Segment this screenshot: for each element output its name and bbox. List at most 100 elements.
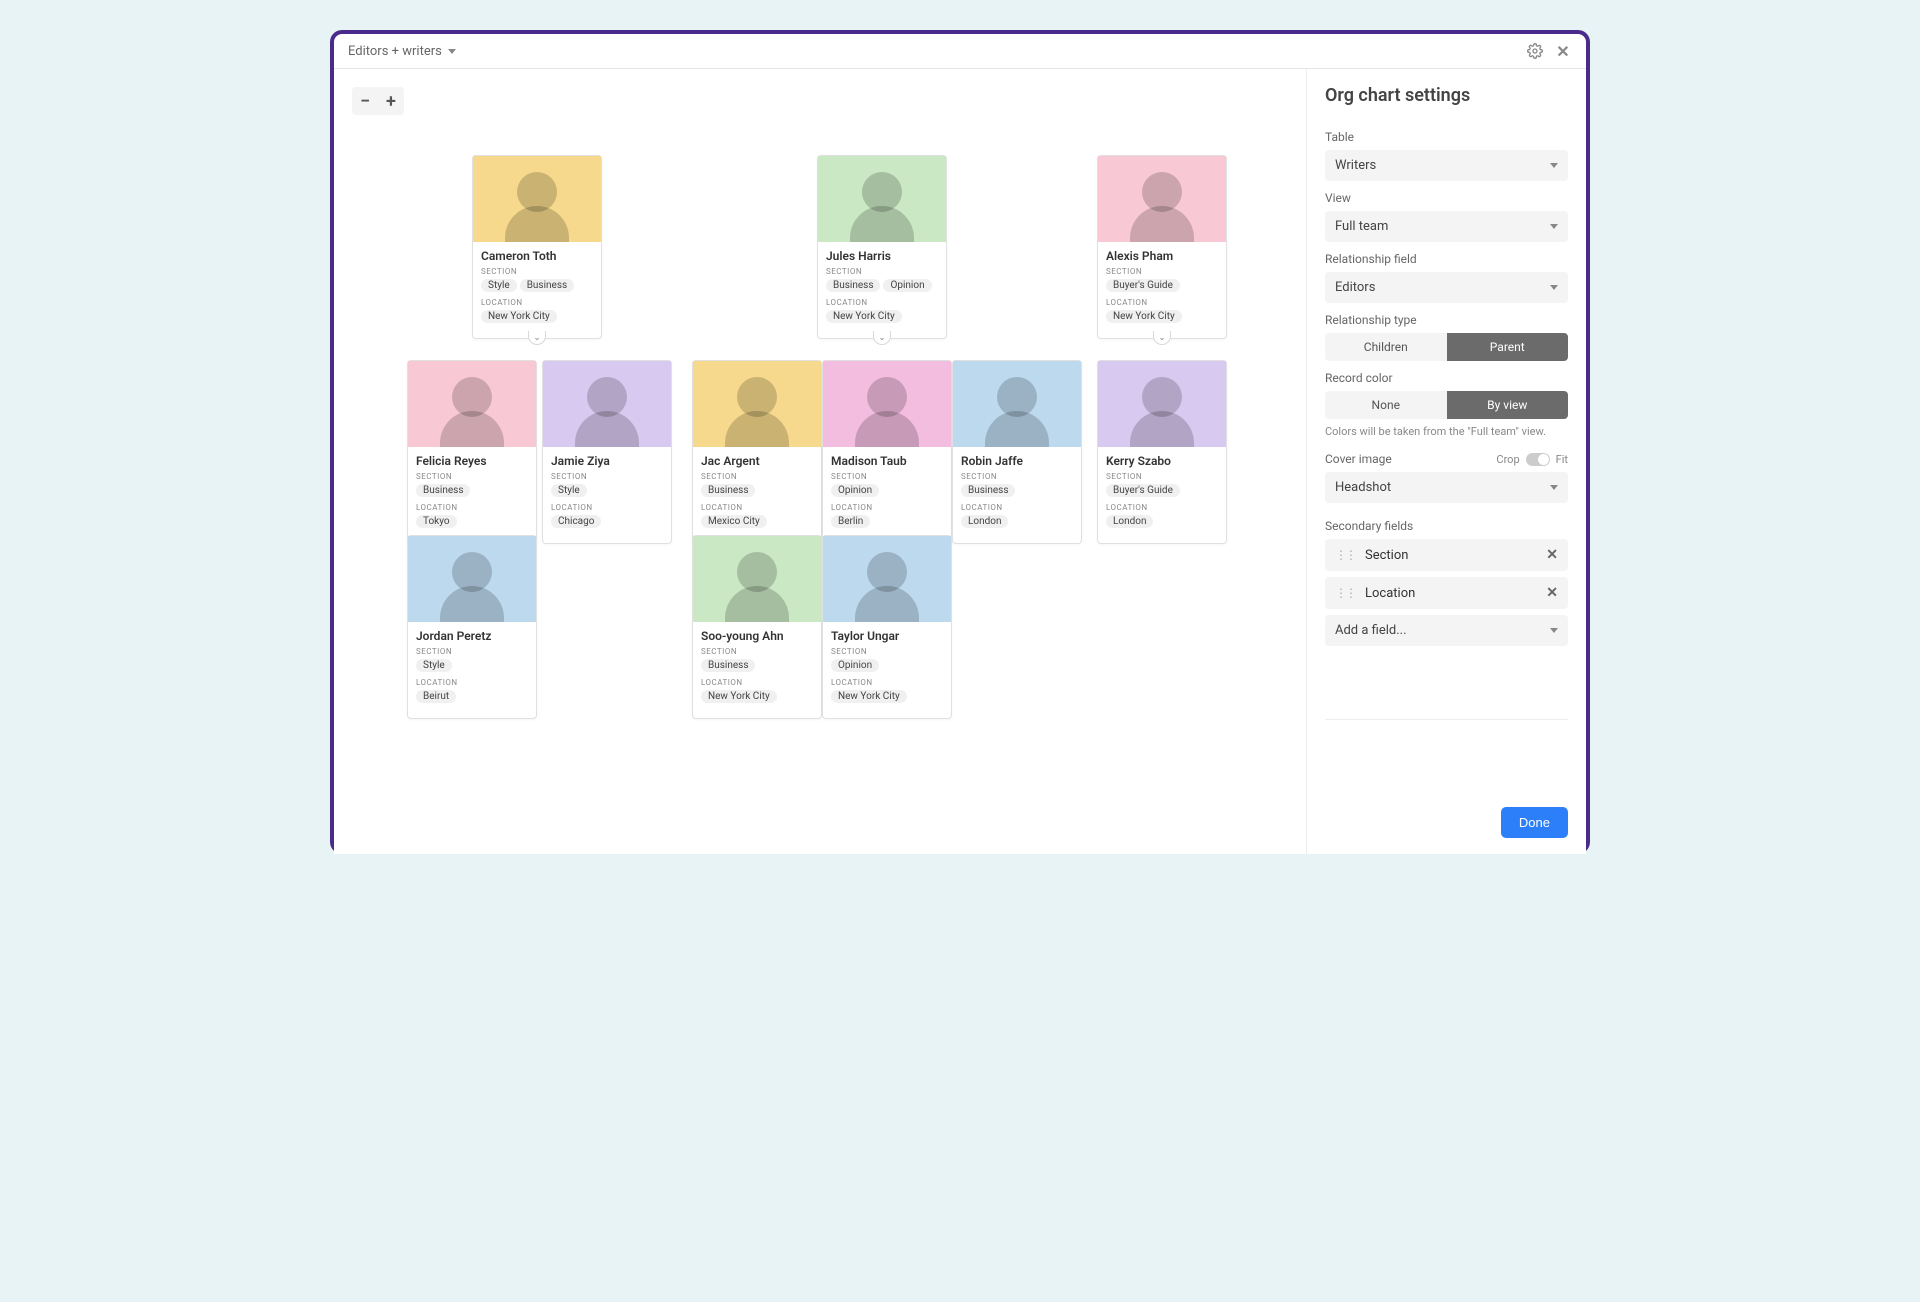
gear-icon[interactable] bbox=[1526, 42, 1544, 60]
record-color-hint: Colors will be taken from the "Full team… bbox=[1325, 425, 1568, 438]
cover-image-select[interactable]: Headshot bbox=[1325, 472, 1568, 503]
divider bbox=[1325, 719, 1568, 720]
avatar-icon bbox=[982, 367, 1052, 447]
avatar-container bbox=[823, 361, 951, 447]
add-field-select[interactable]: Add a field... bbox=[1325, 615, 1568, 646]
person-card[interactable]: Jac ArgentSECTIONBusinessLOCATIONMexico … bbox=[692, 360, 822, 544]
settings-sidebar: Org chart settings Table Writers View Fu… bbox=[1306, 69, 1586, 854]
sidebar-title: Org chart settings bbox=[1325, 85, 1568, 106]
location-label: LOCATION bbox=[826, 298, 938, 307]
person-card[interactable]: Kerry SzaboSECTIONBuyer's GuideLOCATIONL… bbox=[1097, 360, 1227, 544]
location-tag: New York City bbox=[1106, 310, 1182, 323]
person-card[interactable]: Robin JaffeSECTIONBusinessLOCATIONLondon bbox=[952, 360, 1082, 544]
record-color-label: Record color bbox=[1325, 371, 1568, 385]
person-card[interactable]: Cameron TothSECTIONStyleBusinessLOCATION… bbox=[472, 155, 602, 339]
remove-field-icon[interactable]: ✕ bbox=[1546, 585, 1558, 601]
avatar-container bbox=[818, 156, 946, 242]
avatar-icon bbox=[437, 367, 507, 447]
table-select[interactable]: Writers bbox=[1325, 150, 1568, 181]
view-select[interactable]: Full team bbox=[1325, 211, 1568, 242]
person-card[interactable]: Taylor UngarSECTIONOpinionLOCATIONNew Yo… bbox=[822, 535, 952, 719]
rel-type-toggle-option[interactable]: Parent bbox=[1447, 333, 1569, 361]
rel-type-toggle-option[interactable]: Children bbox=[1325, 333, 1447, 361]
drag-handle-icon[interactable]: ⋮⋮ bbox=[1335, 586, 1355, 600]
record-color-toggle-option[interactable]: None bbox=[1325, 391, 1447, 419]
view-title[interactable]: Editors + writers bbox=[348, 44, 456, 59]
person-card[interactable]: Soo-young AhnSECTIONBusinessLOCATIONNew … bbox=[692, 535, 822, 719]
section-tag: Opinion bbox=[883, 279, 931, 292]
person-name: Taylor Ungar bbox=[831, 629, 943, 643]
person-card[interactable]: Madison TaubSECTIONOpinionLOCATIONBerlin bbox=[822, 360, 952, 544]
drag-handle-icon[interactable]: ⋮⋮ bbox=[1335, 548, 1355, 562]
avatar-container bbox=[543, 361, 671, 447]
section-label: SECTION bbox=[481, 267, 593, 276]
avatar-container bbox=[693, 536, 821, 622]
avatar-container bbox=[1098, 361, 1226, 447]
section-tag: Style bbox=[481, 279, 517, 292]
view-label: View bbox=[1325, 191, 1568, 205]
avatar-icon bbox=[852, 367, 922, 447]
person-card[interactable]: Jordan PeretzSECTIONStyleLOCATIONBeirut bbox=[407, 535, 537, 719]
section-tag: Business bbox=[701, 659, 755, 672]
location-tag: New York City bbox=[481, 310, 557, 323]
zoom-in-button[interactable]: + bbox=[378, 87, 404, 115]
section-tag: Opinion bbox=[831, 484, 879, 497]
person-name: Jamie Ziya bbox=[551, 454, 663, 468]
record-color-toggle-option[interactable]: By view bbox=[1447, 391, 1569, 419]
done-button[interactable]: Done bbox=[1501, 807, 1568, 838]
avatar-icon bbox=[852, 542, 922, 622]
section-tag: Buyer's Guide bbox=[1106, 279, 1180, 292]
person-name: Madison Taub bbox=[831, 454, 943, 468]
expand-children-button[interactable]: ⌄ bbox=[873, 331, 891, 345]
person-name: Alexis Pham bbox=[1106, 249, 1218, 263]
location-label: LOCATION bbox=[701, 503, 813, 512]
person-card[interactable]: Felicia ReyesSECTIONBusinessLOCATIONToky… bbox=[407, 360, 537, 544]
location-label: LOCATION bbox=[701, 678, 813, 687]
crop-fit-toggle[interactable]: Crop Fit bbox=[1496, 453, 1568, 466]
zoom-control: − + bbox=[352, 87, 404, 115]
location-label: LOCATION bbox=[1106, 503, 1218, 512]
secondary-field-name: Location bbox=[1365, 586, 1415, 601]
avatar-icon bbox=[502, 162, 572, 242]
person-name: Felicia Reyes bbox=[416, 454, 528, 468]
chevron-down-icon bbox=[1550, 163, 1558, 168]
expand-children-button[interactable]: ⌄ bbox=[1153, 331, 1171, 345]
person-card[interactable]: Alexis PhamSECTIONBuyer's GuideLOCATIONN… bbox=[1097, 155, 1227, 339]
secondary-field-name: Section bbox=[1365, 548, 1408, 563]
close-icon[interactable]: ✕ bbox=[1554, 42, 1572, 60]
location-tag: New York City bbox=[831, 690, 907, 703]
modal-header: Editors + writers ✕ bbox=[334, 34, 1586, 69]
avatar-container bbox=[408, 361, 536, 447]
record-color-toggle: NoneBy view bbox=[1325, 391, 1568, 419]
rel-field-select[interactable]: Editors bbox=[1325, 272, 1568, 303]
section-label: SECTION bbox=[416, 647, 528, 656]
avatar-container bbox=[953, 361, 1081, 447]
person-card[interactable]: Jules HarrisSECTIONBusinessOpinionLOCATI… bbox=[817, 155, 947, 339]
section-tag: Opinion bbox=[831, 659, 879, 672]
zoom-out-button[interactable]: − bbox=[352, 87, 378, 115]
section-label: SECTION bbox=[826, 267, 938, 276]
modal-inner: Editors + writers ✕ − + bbox=[334, 34, 1586, 854]
section-label: SECTION bbox=[831, 472, 943, 481]
fit-label: Fit bbox=[1556, 453, 1568, 466]
person-card[interactable]: Jamie ZiyaSECTIONStyleLOCATIONChicago bbox=[542, 360, 672, 544]
section-label: SECTION bbox=[416, 472, 528, 481]
rel-type-label: Relationship type bbox=[1325, 313, 1568, 327]
expand-children-button[interactable]: ⌄ bbox=[528, 331, 546, 345]
section-label: SECTION bbox=[701, 647, 813, 656]
location-tag: Berlin bbox=[831, 515, 870, 528]
remove-field-icon[interactable]: ✕ bbox=[1546, 547, 1558, 563]
section-label: SECTION bbox=[1106, 267, 1218, 276]
rel-field-label: Relationship field bbox=[1325, 252, 1568, 266]
avatar-icon bbox=[1127, 162, 1197, 242]
org-chart-canvas[interactable]: − + Cameron TothSECTIONStyleBusinessLOCA… bbox=[334, 69, 1306, 854]
location-tag: New York City bbox=[701, 690, 777, 703]
location-tag: London bbox=[961, 515, 1008, 528]
secondary-field-chip[interactable]: ⋮⋮ Section ✕ bbox=[1325, 539, 1568, 571]
section-tag: Business bbox=[520, 279, 574, 292]
location-label: LOCATION bbox=[961, 503, 1073, 512]
secondary-field-chip[interactable]: ⋮⋮ Location ✕ bbox=[1325, 577, 1568, 609]
modal-frame: Editors + writers ✕ − + bbox=[330, 30, 1590, 854]
section-tag: Business bbox=[701, 484, 755, 497]
avatar-icon bbox=[437, 542, 507, 622]
